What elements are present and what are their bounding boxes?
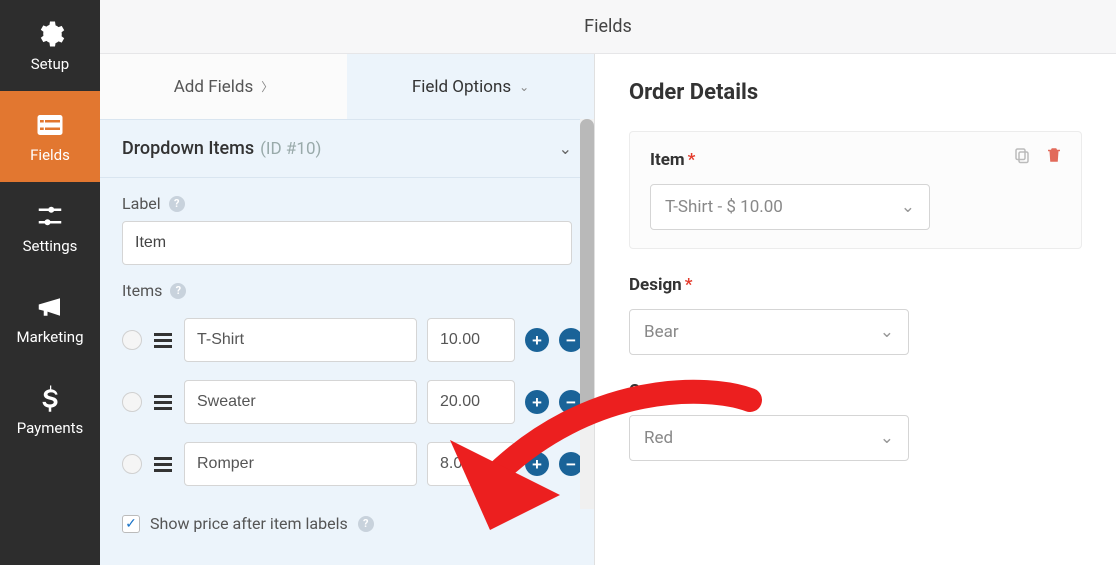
help-icon[interactable]: ? [358,516,374,532]
sliders-icon [35,201,65,231]
section-title: Dropdown Items [122,138,254,159]
drag-handle-icon[interactable] [152,333,174,348]
sidebar-label: Marketing [16,328,83,346]
preview-title: Order Details [629,80,1082,105]
sidebar-item-fields[interactable]: Fields [0,91,100,182]
section-id: (ID #10) [260,139,321,159]
show-price-label: Show price after item labels [150,514,348,533]
item-name-input[interactable] [184,380,417,424]
radio-default[interactable] [122,392,142,412]
item-row: + − [122,442,572,486]
sidebar: Setup Fields Settings Marketing Payments [0,0,100,565]
help-icon[interactable]: ? [169,196,185,212]
design-select[interactable]: Bear ⌄ [629,309,909,355]
item-name-input[interactable] [184,442,417,486]
preview-field-design[interactable]: Design* Bear ⌄ [629,275,1082,355]
section-header[interactable]: Dropdown Items (ID #10) ⌄ [100,119,594,178]
list-icon [35,110,65,140]
field-label: Item [650,150,685,170]
field-label: Color [629,381,670,401]
help-icon[interactable]: ? [170,283,186,299]
add-item-button[interactable]: + [525,328,549,352]
chevron-down-icon: ⌄ [559,139,572,158]
scrollbar[interactable] [580,119,594,509]
item-row: + − [122,318,572,362]
label-input[interactable] [122,221,572,265]
preview-field-color[interactable]: Color* Red ⌄ [629,381,1082,461]
trash-icon[interactable] [1045,146,1063,164]
required-mark: * [685,275,693,295]
field-options-panel: Add Fields 〉 Field Options ⌄ Dropdown It… [100,54,595,565]
drag-handle-icon[interactable] [152,395,174,410]
sidebar-label: Payments [17,419,84,437]
items-list: + − + − [100,308,594,504]
item-select[interactable]: T-Shirt - $ 10.00 ⌄ [650,184,930,230]
item-price-input[interactable] [427,442,515,486]
sidebar-label: Fields [30,146,70,164]
chevron-down-icon: ⌄ [880,322,894,342]
items-caption: Items [122,281,162,300]
form-preview: Order Details Item* T-Shirt - $ 10.00 ⌄ [595,54,1116,565]
chevron-right-icon: 〉 [261,78,273,95]
field-label: Design [629,275,682,295]
required-mark: * [673,381,681,401]
select-value: Bear [644,322,679,342]
select-value: Red [644,428,673,448]
item-row: + − [122,380,572,424]
show-price-checkbox[interactable]: ✓ [122,515,140,533]
item-price-input[interactable] [427,380,515,424]
required-mark: * [688,150,696,170]
select-value: T-Shirt - $ 10.00 [665,197,783,217]
item-price-input[interactable] [427,318,515,362]
sidebar-item-setup[interactable]: Setup [0,0,100,91]
megaphone-icon [35,292,65,322]
label-caption: Label [122,194,161,213]
chevron-down-icon: ⌄ [880,428,894,448]
sidebar-label: Settings [23,237,78,255]
tab-add-fields[interactable]: Add Fields 〉 [100,54,347,119]
sidebar-label: Setup [31,55,69,73]
scrollbar-thumb[interactable] [580,119,594,419]
item-name-input[interactable] [184,318,417,362]
sidebar-item-settings[interactable]: Settings [0,182,100,273]
duplicate-icon[interactable] [1013,146,1031,164]
preview-field-item[interactable]: Item* T-Shirt - $ 10.00 ⌄ [629,131,1082,249]
tab-label: Add Fields [174,77,254,97]
tab-field-options[interactable]: Field Options ⌄ [347,54,594,119]
page-title: Fields [100,0,1116,54]
gear-icon [35,19,65,49]
tab-label: Field Options [412,77,511,97]
color-select[interactable]: Red ⌄ [629,415,909,461]
sidebar-item-payments[interactable]: Payments [0,364,100,455]
radio-default[interactable] [122,330,142,350]
chevron-down-icon: ⌄ [901,197,915,217]
chevron-down-icon: ⌄ [519,80,529,94]
sidebar-item-marketing[interactable]: Marketing [0,273,100,364]
radio-default[interactable] [122,454,142,474]
add-item-button[interactable]: + [525,452,549,476]
drag-handle-icon[interactable] [152,457,174,472]
dollar-icon [35,383,65,413]
add-item-button[interactable]: + [525,390,549,414]
